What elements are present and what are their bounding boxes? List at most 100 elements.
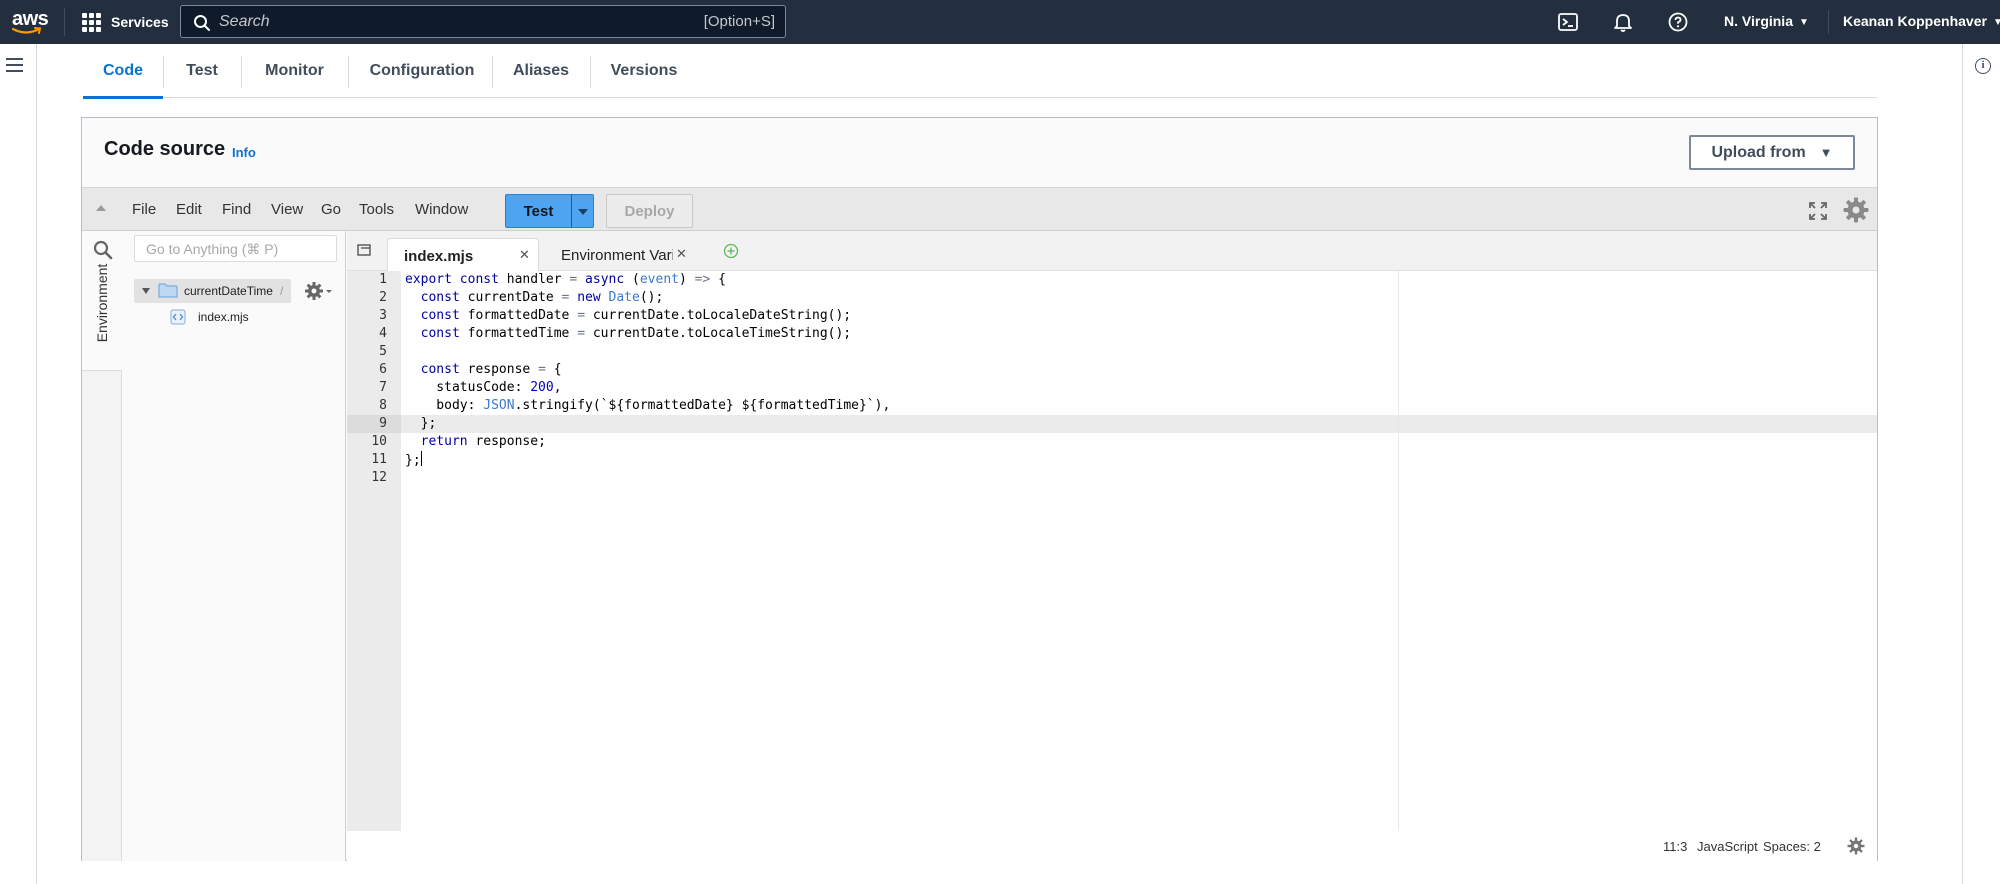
close-icon[interactable]: ✕ xyxy=(519,247,530,263)
close-icon[interactable]: ✕ xyxy=(676,246,687,262)
ide-toolbar: File Edit Find View Go Tools Window Test… xyxy=(82,187,1877,231)
right-rail: i xyxy=(1962,44,2000,884)
code-line: const formattedDate = currentDate.toLoca… xyxy=(420,308,852,323)
code-line: }; xyxy=(405,416,437,431)
tab-monitor[interactable]: Monitor xyxy=(241,44,348,98)
nav-divider xyxy=(64,8,65,36)
help-icon[interactable] xyxy=(1667,11,1689,33)
code-line: body: JSON.stringify(`${formattedDate} $… xyxy=(405,398,891,413)
tab-code[interactable]: Code xyxy=(83,44,163,99)
test-dropdown-button[interactable] xyxy=(571,194,594,228)
search-box[interactable]: [Option+S] xyxy=(180,5,786,38)
expand-triangle-icon[interactable] xyxy=(142,288,150,294)
chevron-down-icon: ▼ xyxy=(1992,17,2000,28)
print-margin xyxy=(1398,271,1399,831)
line-number: 6 xyxy=(379,362,387,377)
line-number: 7 xyxy=(379,380,387,395)
nav-divider xyxy=(1828,10,1829,34)
add-tab-icon[interactable] xyxy=(723,243,739,259)
menu-go[interactable]: Go xyxy=(321,201,341,218)
tree-folder[interactable]: currentDateTime / xyxy=(134,279,291,303)
line-number: 8 xyxy=(379,398,387,413)
deploy-button[interactable]: Deploy xyxy=(606,194,693,228)
editor-status-bar: 11:3 JavaScript Spaces: 2 xyxy=(347,831,1877,861)
code-line: return response; xyxy=(420,434,546,449)
code-source-panel: Code source Info Upload from ▼ File Edit… xyxy=(81,117,1878,861)
left-rail xyxy=(0,44,37,884)
collapse-toolbar-icon[interactable] xyxy=(96,205,106,211)
indent-setting[interactable]: Spaces: 2 xyxy=(1763,839,1821,854)
file-tree-panel: Environment currentDateTime / xyxy=(82,231,346,861)
line-number: 12 xyxy=(371,470,387,485)
menu-find[interactable]: Find xyxy=(222,201,251,218)
gear-icon[interactable] xyxy=(1842,196,1870,224)
account-name: Keanan Koppenhaver xyxy=(1843,13,1987,29)
region-selector[interactable]: N. Virginia ▼ xyxy=(1724,13,1809,29)
menu-window[interactable]: Window xyxy=(415,201,468,218)
line-number: 9 xyxy=(379,416,387,431)
folder-icon xyxy=(158,283,178,298)
text-cursor xyxy=(420,451,422,466)
services-label: Services xyxy=(111,14,169,30)
line-number: 5 xyxy=(379,344,387,359)
js-file-icon xyxy=(170,309,186,325)
line-number: 2 xyxy=(379,290,387,305)
search-icon xyxy=(194,15,210,31)
environment-tab-label: Environment xyxy=(94,263,110,343)
top-navigation: aws Services [Option+S] xyxy=(0,0,2000,44)
code-line: const currentDate = new Date(); xyxy=(420,290,664,305)
info-link[interactable]: Info xyxy=(232,145,256,160)
account-menu[interactable]: Keanan Koppenhaver ▼ xyxy=(1843,13,2000,29)
region-label: N. Virginia xyxy=(1724,13,1793,29)
menu-file[interactable]: File xyxy=(132,201,156,218)
active-line-highlight xyxy=(401,415,1877,433)
line-number: 10 xyxy=(371,434,387,449)
info-panel-icon[interactable]: i xyxy=(1975,58,1991,74)
tree-settings-gear-icon[interactable] xyxy=(304,281,334,301)
code-area[interactable] xyxy=(401,271,1877,831)
menu-tools[interactable]: Tools xyxy=(359,201,394,218)
services-menu-button[interactable]: Services xyxy=(82,10,169,34)
test-button[interactable]: Test xyxy=(505,194,572,228)
chevron-down-icon: ▼ xyxy=(1798,17,1809,28)
tab-aliases[interactable]: Aliases xyxy=(492,44,590,98)
fullscreen-icon[interactable] xyxy=(1808,201,1828,221)
services-grid-icon xyxy=(82,12,101,32)
search-icon[interactable] xyxy=(93,240,113,260)
tab-versions[interactable]: Versions xyxy=(590,44,698,98)
editor-tab-index-mjs[interactable]: index.mjs ✕ xyxy=(387,238,539,271)
editor-tab-label: index.mjs xyxy=(404,248,474,265)
upload-from-button[interactable]: Upload from ▼ xyxy=(1689,135,1855,170)
editor-tab-bar: index.mjs ✕ Environment Vari ✕ xyxy=(347,231,1877,271)
go-to-anything-input[interactable] xyxy=(134,235,337,262)
tab-list-icon[interactable] xyxy=(357,244,371,256)
editor-tab-label: Environment Vari xyxy=(561,247,673,264)
language-mode[interactable]: JavaScript xyxy=(1697,839,1758,854)
caret-down-icon: ▼ xyxy=(1819,145,1833,160)
cloudshell-icon[interactable] xyxy=(1557,11,1579,33)
line-number: 11 xyxy=(371,452,387,467)
menu-edit[interactable]: Edit xyxy=(176,201,202,218)
side-panel-strip: Environment xyxy=(82,231,122,861)
code-line: const response = { xyxy=(420,362,562,377)
search-input[interactable] xyxy=(219,11,659,33)
editor-tab-environment-variables[interactable]: Environment Vari ✕ xyxy=(545,238,703,271)
line-number: 1 xyxy=(379,272,387,287)
search-shortcut-hint: [Option+S] xyxy=(703,13,775,30)
panel-title: Code source xyxy=(104,138,226,160)
notifications-icon[interactable] xyxy=(1612,11,1634,33)
folder-name: currentDateTime xyxy=(184,284,273,298)
code-line: const formattedTime = currentDate.toLoca… xyxy=(420,326,852,341)
tab-test[interactable]: Test xyxy=(163,44,241,98)
aws-logo[interactable]: aws xyxy=(10,6,49,38)
upload-from-label: Upload from xyxy=(1711,143,1806,161)
line-number: 3 xyxy=(379,308,387,323)
editor-settings-gear-icon[interactable] xyxy=(1847,837,1865,855)
cursor-position: 11:3 xyxy=(1663,839,1688,854)
hamburger-menu-icon[interactable] xyxy=(6,58,23,76)
code-line: statusCode: 200, xyxy=(405,380,562,395)
code-editor: index.mjs ✕ Environment Vari ✕ 123456789… xyxy=(347,231,1877,861)
tab-configuration[interactable]: Configuration xyxy=(348,44,496,98)
menu-view[interactable]: View xyxy=(271,201,303,218)
line-number: 4 xyxy=(379,326,387,341)
